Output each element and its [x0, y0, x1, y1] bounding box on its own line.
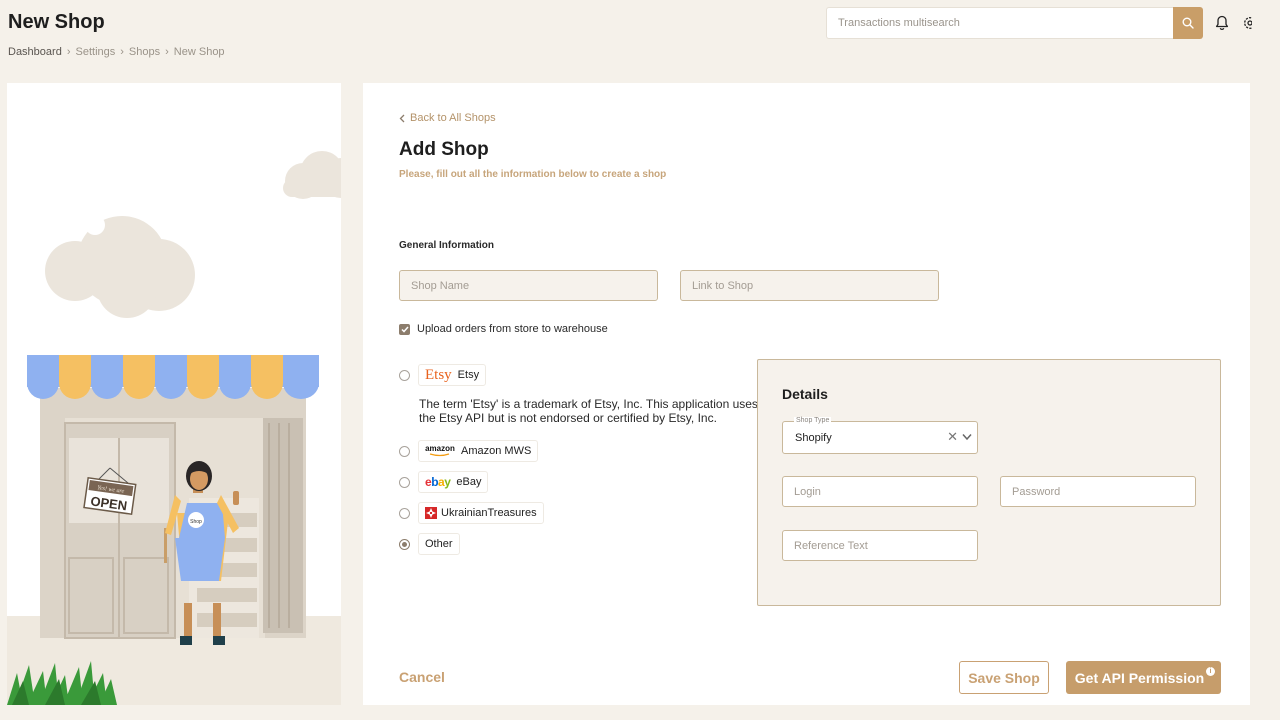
shop-name-input[interactable]: [399, 270, 658, 301]
amazon-radio[interactable]: [399, 445, 410, 457]
search-input[interactable]: [826, 7, 1173, 39]
platform-option-ebay[interactable]: ebay eBay: [399, 471, 489, 493]
upload-orders-label: Upload orders from store to warehouse: [417, 323, 608, 335]
general-information-heading: General Information: [399, 240, 495, 251]
etsy-radio[interactable]: [399, 369, 410, 381]
shop-type-value: Shopify: [795, 432, 832, 444]
amazon-logo: amazon: [425, 445, 455, 457]
platform-option-other[interactable]: Other: [399, 533, 460, 555]
checkmark-icon: [400, 326, 409, 333]
settings-gear-icon[interactable]: [1242, 15, 1252, 31]
upload-orders-checkbox[interactable]: [399, 323, 410, 335]
clear-icon[interactable]: ✕: [947, 430, 958, 444]
other-radio[interactable]: [399, 538, 410, 550]
notification-bell-icon[interactable]: [1215, 15, 1229, 31]
ebay-label: eBay: [456, 476, 482, 488]
breadcrumb-settings[interactable]: Settings: [76, 46, 116, 58]
etsy-label: Etsy: [457, 369, 480, 381]
ukrainian-treasures-logo-icon: [425, 507, 437, 519]
search-button[interactable]: [1173, 7, 1203, 39]
ukrainian-treasures-label: UkrainianTreasures: [441, 507, 537, 519]
apron-text: Shop: [190, 519, 202, 525]
platform-option-etsy[interactable]: Etsy Etsy: [399, 364, 487, 386]
search-icon: [1182, 17, 1194, 29]
save-shop-button[interactable]: Save Shop: [959, 661, 1049, 694]
storefront-illustration: Yes! we are OPEN Shop: [7, 151, 341, 705]
amazon-chip[interactable]: amazon Amazon MWS: [418, 440, 539, 462]
cancel-button[interactable]: Cancel: [399, 669, 445, 685]
form-title: Add Shop: [399, 139, 489, 160]
back-link-label: Back to All Shops: [410, 112, 496, 124]
shop-link-input[interactable]: [680, 270, 939, 301]
chevron-left-icon: [399, 114, 405, 122]
ebay-logo: ebay: [425, 475, 451, 489]
get-api-permission-button[interactable]: Get API Permission: [1066, 661, 1221, 694]
cloud-small: [283, 151, 341, 199]
login-input[interactable]: [782, 476, 978, 507]
get-api-permission-wrapper: Get API Permission i: [1066, 661, 1221, 694]
breadcrumb-dashboard[interactable]: Dashboard: [8, 46, 62, 58]
awning: [27, 355, 319, 399]
ebay-chip[interactable]: ebay eBay: [418, 471, 489, 493]
search-bar: [826, 7, 1203, 39]
chevron-down-icon[interactable]: [962, 433, 972, 441]
platform-option-amazon[interactable]: amazon Amazon MWS: [399, 440, 539, 462]
upload-orders-option[interactable]: Upload orders from store to warehouse: [399, 323, 608, 335]
info-icon[interactable]: i: [1206, 667, 1215, 676]
breadcrumb-separator: ›: [165, 46, 169, 58]
page-title: New Shop: [8, 11, 105, 33]
breadcrumb-current: New Shop: [173, 46, 225, 58]
details-panel: Details Shop Type Shopify ✕: [757, 359, 1221, 606]
etsy-chip[interactable]: Etsy Etsy: [418, 364, 487, 386]
other-chip[interactable]: Other: [418, 533, 460, 555]
breadcrumb-shops[interactable]: Shops: [129, 46, 160, 58]
password-input[interactable]: [1000, 476, 1196, 507]
amazon-label: Amazon MWS: [461, 445, 532, 457]
platform-option-ukrainian-treasures[interactable]: UkrainianTreasures: [399, 502, 544, 524]
other-label: Other: [425, 538, 453, 550]
ebay-radio[interactable]: [399, 476, 410, 488]
back-to-shops-link[interactable]: Back to All Shops: [399, 112, 496, 124]
shop-type-select[interactable]: Shop Type Shopify ✕: [782, 417, 978, 454]
add-shop-panel: Back to All Shops Add Shop Please, fill …: [363, 83, 1250, 705]
form-subtitle: Please, fill out all the information bel…: [399, 169, 667, 180]
details-title: Details: [782, 386, 828, 402]
etsy-logo: Etsy: [425, 366, 452, 383]
ukrainian-treasures-radio[interactable]: [399, 507, 410, 519]
cloud-large: [45, 215, 195, 318]
etsy-trademark-note: The term 'Etsy' is a trademark of Etsy, …: [419, 397, 758, 425]
shop-type-label: Shop Type: [794, 417, 832, 425]
shop-illustration: Yes! we are OPEN Shop: [7, 83, 341, 705]
breadcrumb-separator: ›: [120, 46, 124, 58]
reference-text-input[interactable]: [782, 530, 978, 561]
breadcrumb: Dashboard › Settings › Shops › New Shop: [8, 46, 225, 58]
ukrainian-treasures-chip[interactable]: UkrainianTreasures: [418, 502, 544, 524]
breadcrumb-separator: ›: [66, 46, 71, 58]
